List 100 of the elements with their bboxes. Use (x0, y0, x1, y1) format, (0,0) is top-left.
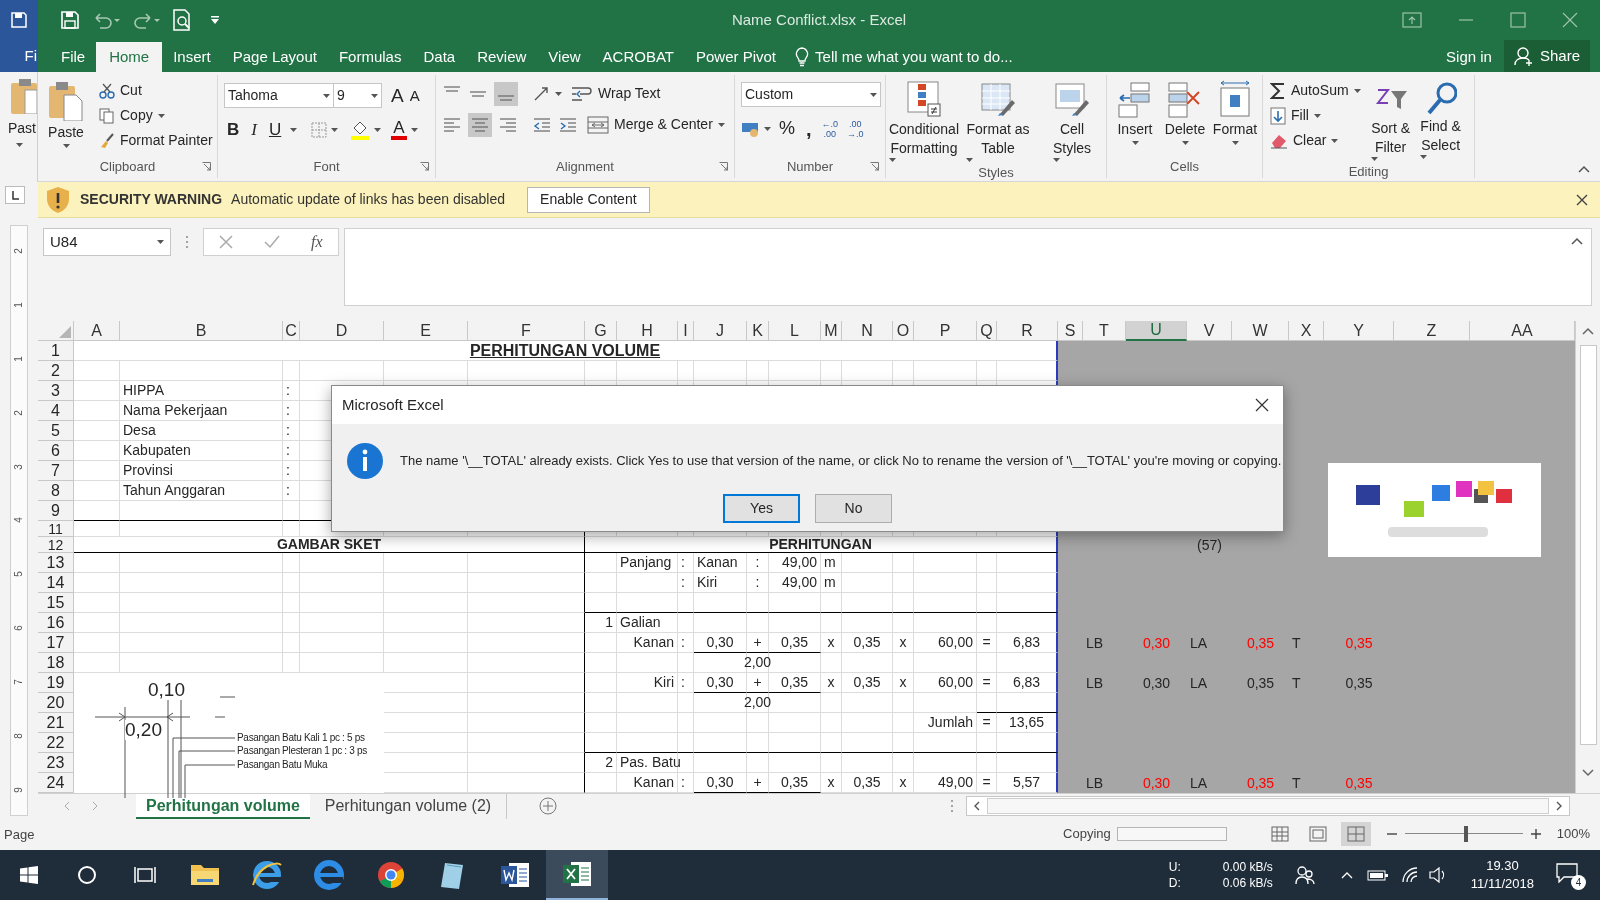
ribbon-tab[interactable]: Formulas (327, 42, 413, 72)
row-header[interactable]: 24 (38, 773, 74, 793)
enable-content-button[interactable]: Enable Content (527, 186, 650, 213)
column-header[interactable]: C (283, 321, 300, 341)
decrease-decimal-button[interactable]: .00 →.0 (845, 118, 866, 139)
column-header[interactable]: H (617, 321, 678, 341)
row-header[interactable]: 18 (38, 653, 74, 673)
column-header[interactable]: A (74, 321, 120, 341)
wrap-text-button[interactable]: Wrap Text (568, 81, 664, 106)
column-header[interactable]: N (842, 321, 893, 341)
column-header[interactable]: I (678, 321, 694, 341)
ribbon-tab[interactable]: Review (466, 42, 538, 72)
row-header[interactable]: 23 (38, 753, 74, 773)
merge-center-button[interactable]: Merge & Center (584, 112, 728, 137)
row-header[interactable]: 6 (38, 441, 74, 461)
column-header[interactable]: R (997, 321, 1058, 341)
clock[interactable]: 19.30 11/11/2018 (1470, 857, 1534, 893)
row-header[interactable]: 11 (38, 521, 74, 537)
column-header[interactable]: Z (1394, 321, 1470, 341)
column-header[interactable]: T (1083, 321, 1126, 341)
row-header[interactable]: 12 (38, 537, 74, 553)
conditional-formatting-button[interactable]: Conditional Formatting (890, 77, 958, 162)
percent-button[interactable]: % (776, 115, 798, 142)
column-header[interactable]: W (1232, 321, 1289, 341)
column-header[interactable]: J (694, 321, 747, 341)
underline-button[interactable]: U (265, 117, 285, 143)
column-header[interactable]: V (1187, 321, 1232, 341)
ribbon-tab[interactable]: ACROBAT (591, 42, 685, 72)
column-header[interactable]: P (914, 321, 977, 341)
column-header[interactable]: Q (977, 321, 997, 341)
shrink-font-button[interactable]: A (406, 85, 423, 106)
column-header[interactable]: G (585, 321, 617, 341)
ribbon-tab[interactable]: File (50, 42, 97, 72)
fill-button[interactable]: Fill (1267, 103, 1364, 128)
ribbon-tab[interactable]: Power Pivot (685, 42, 788, 72)
column-header[interactable]: S (1058, 321, 1083, 341)
format-painter-button[interactable]: Format Painter (96, 128, 216, 153)
column-header[interactable]: E (384, 321, 468, 341)
font-size-field[interactable]: 9 (334, 83, 382, 108)
row-header[interactable]: 20 (38, 693, 74, 713)
copy-button[interactable]: Copy (96, 103, 216, 128)
row-header[interactable]: 21 (38, 713, 74, 733)
ribbon-tab[interactable]: Page Layout (221, 42, 328, 72)
clear-button[interactable]: Clear (1267, 128, 1364, 153)
insert-button[interactable]: Insert (1113, 77, 1157, 156)
name-box[interactable]: U84 (43, 228, 171, 256)
find-select-button[interactable]: Find & Select (1417, 78, 1464, 161)
row-header[interactable]: 15 (38, 593, 74, 613)
column-header[interactable]: X (1289, 321, 1324, 341)
notification-center[interactable]: 4 (1556, 860, 1586, 890)
grow-font-button[interactable]: A (388, 85, 407, 106)
format-button[interactable]: Format (1213, 77, 1257, 156)
dialog-button[interactable]: Yes (723, 494, 800, 523)
number-format-field[interactable]: Custom (741, 82, 881, 107)
tell-me-field[interactable]: Tell me what you want to do... (795, 42, 1013, 72)
zoom-level[interactable]: 100% (1556, 824, 1590, 844)
insert-function-button[interactable]: fx (311, 230, 323, 254)
row-header[interactable]: 14 (38, 573, 74, 593)
column-header[interactable]: B (120, 321, 283, 341)
column-header[interactable]: Y (1324, 321, 1394, 341)
ribbon-tab[interactable]: Insert (162, 42, 222, 72)
column-header[interactable]: F (468, 321, 585, 341)
sign-in-link[interactable]: Sign in (1434, 42, 1504, 72)
ribbon-tab[interactable]: Data (412, 42, 467, 72)
column-header[interactable]: U (1126, 321, 1187, 341)
cut-button[interactable]: Cut (96, 78, 216, 103)
row-header[interactable]: 22 (38, 733, 74, 753)
ribbon-tab[interactable]: Home (96, 42, 163, 72)
italic-button[interactable]: I (248, 117, 260, 143)
ribbon-tab[interactable]: View (537, 42, 592, 72)
row-header[interactable]: 5 (38, 421, 74, 441)
sort-filter-button[interactable]: Sort & Filter (1367, 78, 1414, 161)
sheet-tab[interactable]: Perhitungan volume (2) (309, 793, 508, 819)
share-button[interactable]: Share (1503, 40, 1590, 72)
row-header[interactable]: 16 (38, 613, 74, 633)
row-header[interactable]: 2 (38, 361, 74, 381)
column-header[interactable]: L (769, 321, 821, 341)
format-as-table-button[interactable]: Format as Table (964, 77, 1032, 162)
column-header[interactable]: K (747, 321, 769, 341)
font-name-field[interactable]: Tahoma (224, 83, 334, 108)
column-header[interactable]: D (300, 321, 384, 341)
sheet-tab[interactable]: Perhitungan volume (136, 793, 310, 819)
row-header[interactable]: 3 (38, 381, 74, 401)
column-header[interactable]: AA (1470, 321, 1575, 341)
row-header[interactable]: 1 (38, 341, 74, 361)
cell-styles-button[interactable]: Cell Styles (1038, 77, 1106, 162)
row-header[interactable]: 17 (38, 633, 74, 653)
autosum-button[interactable]: AutoSum (1267, 78, 1364, 103)
row-header[interactable]: 13 (38, 553, 74, 573)
column-header[interactable]: O (893, 321, 914, 341)
increase-decimal-button[interactable]: ←.0 .00 (819, 118, 841, 139)
row-header[interactable]: 7 (38, 461, 74, 481)
paste-button[interactable]: Paste (42, 78, 90, 156)
dialog-button[interactable]: No (815, 494, 892, 523)
row-header[interactable]: 9 (38, 501, 74, 521)
column-header[interactable]: M (821, 321, 842, 341)
delete-button[interactable]: Delete (1163, 77, 1207, 156)
row-header[interactable]: 19 (38, 673, 74, 693)
font-color-button[interactable]: A (391, 119, 418, 141)
row-header[interactable]: 4 (38, 401, 74, 421)
